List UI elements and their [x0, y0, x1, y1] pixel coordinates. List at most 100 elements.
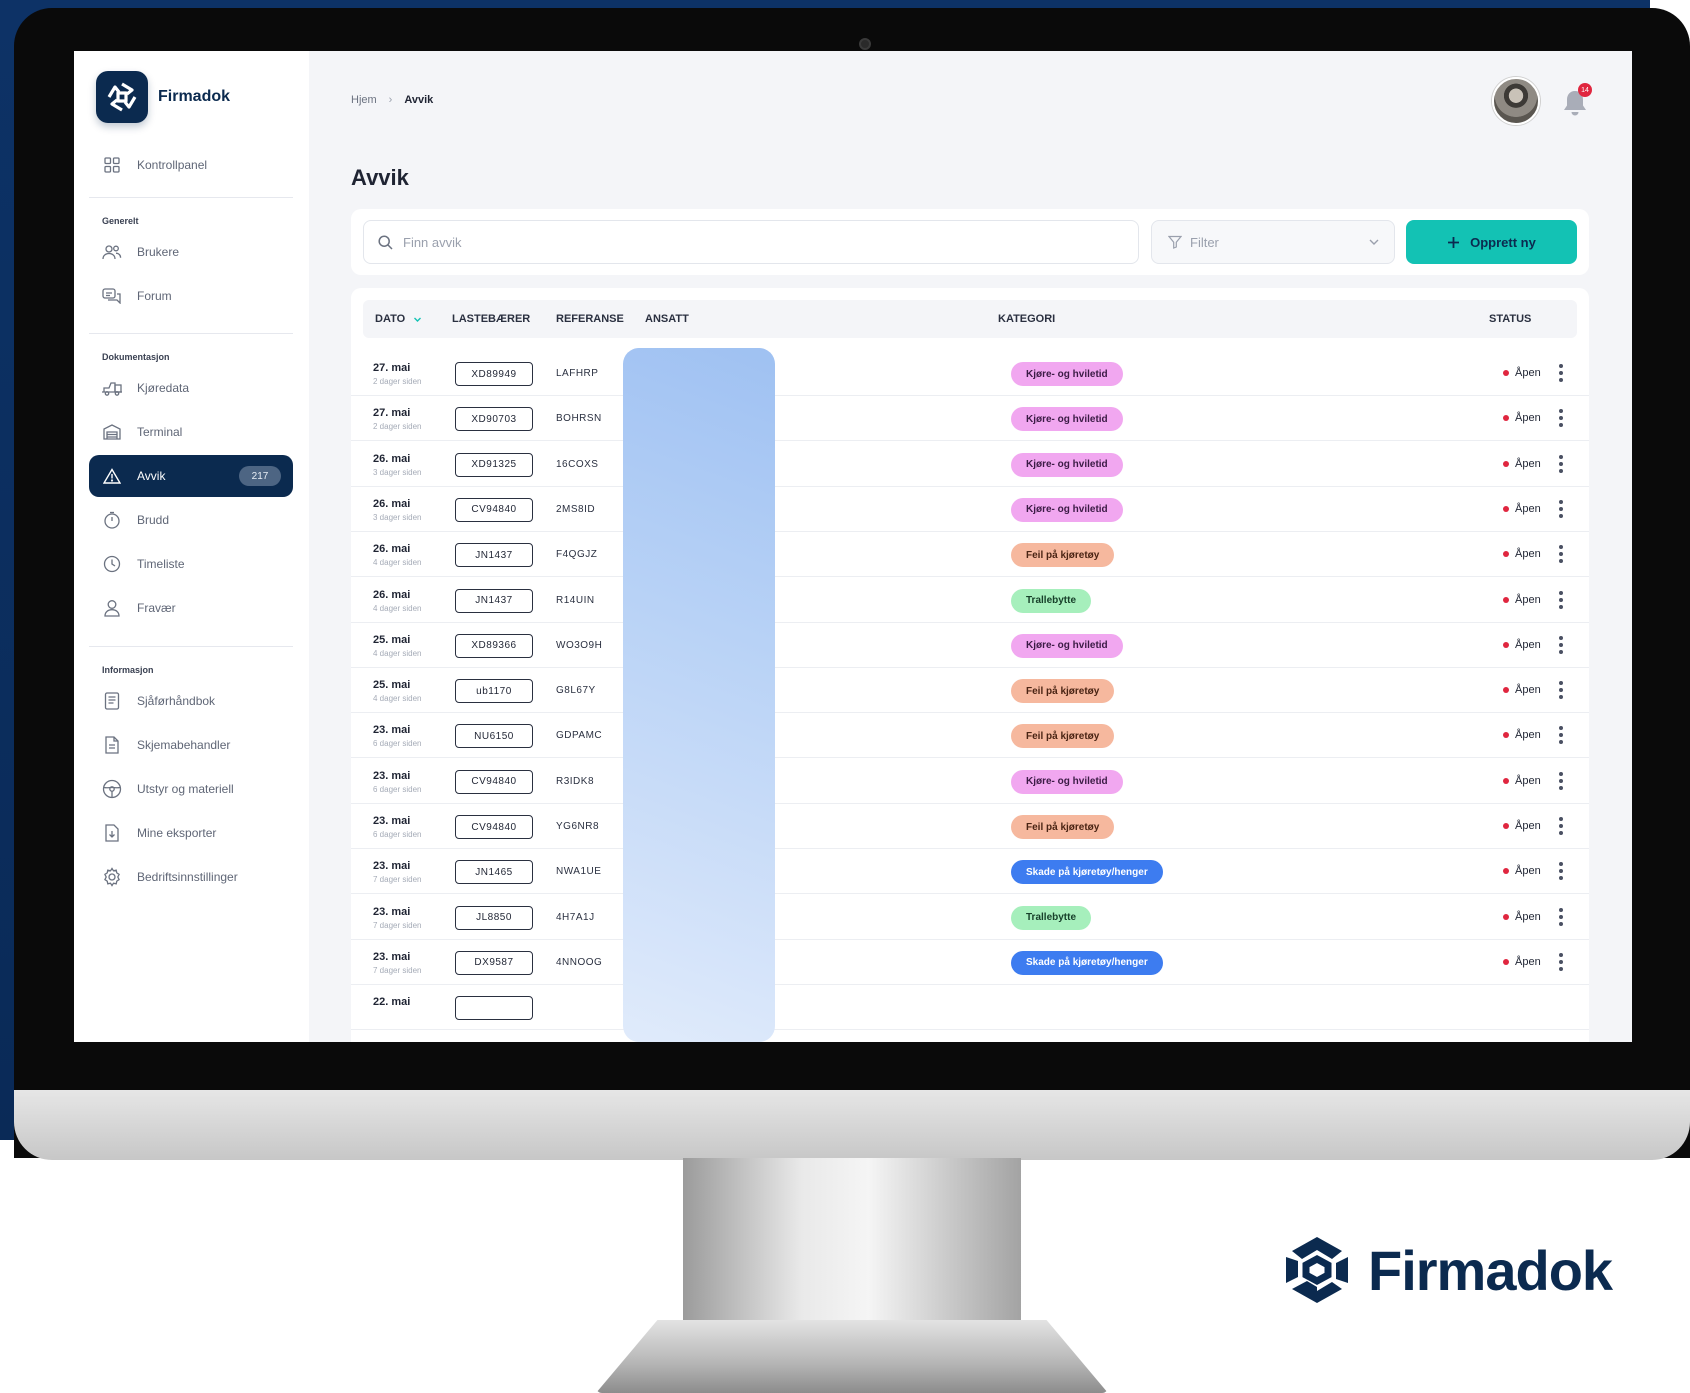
license-plate [455, 996, 533, 1021]
table-row[interactable]: 26. mai 4 dager siden JN1437 R14UIN Tralleby… [351, 575, 1589, 623]
row-age: 3 dager siden [373, 512, 422, 522]
search-box [363, 220, 1139, 264]
table-row[interactable]: 22. mai [351, 982, 1589, 1031]
more-options-icon[interactable] [1558, 771, 1564, 790]
filter-dropdown[interactable]: Filter [1151, 220, 1395, 264]
more-options-icon[interactable] [1558, 454, 1564, 473]
sidebar-item-brukere[interactable]: Brukere [89, 231, 293, 273]
monitor-chin [14, 1090, 1690, 1160]
search-input[interactable] [403, 234, 1083, 250]
kebab-dot [1559, 681, 1563, 686]
book-icon [101, 690, 123, 712]
more-options-icon[interactable] [1558, 409, 1564, 428]
firmadok-logo-icon [1286, 1237, 1348, 1303]
status-label: Åpen [1515, 684, 1541, 697]
table-row[interactable]: 25. mai 4 dager siden XD89366 WO3O9H Kjøre- … [351, 620, 1589, 668]
table-row[interactable]: 27. mai 2 dager siden XD89949 LAFHRP Kjøre- … [351, 348, 1589, 396]
more-options-icon[interactable] [1558, 907, 1564, 926]
sidebar-item-sjaforhandbok[interactable]: Sjåførhåndbok [89, 680, 293, 722]
row-date: 26. mai [373, 452, 411, 465]
more-options-icon[interactable] [1558, 545, 1564, 564]
sidebar-item-utstyr[interactable]: Utstyr og materiell [89, 768, 293, 810]
table-row[interactable]: 23. mai 7 dager siden JN1465 NWA1UE Skade på… [351, 846, 1589, 895]
date-cell: 26. mai 3 dager siden [373, 453, 421, 477]
firmadok-logo[interactable] [96, 71, 148, 123]
kebab-dot [1559, 831, 1563, 835]
table-row[interactable]: 26. mai 4 dager siden JN1437 F4QGJZ Feil på … [351, 529, 1589, 578]
license-plate: NU6150 [455, 724, 533, 749]
license-plate: JN1465 [455, 860, 533, 885]
more-options-icon[interactable] [1558, 952, 1564, 971]
category-tag: Kjøre- og hviletid [1011, 452, 1123, 477]
table-row[interactable]: 26. mai 3 dager siden CV94840 2MS8ID Kjøre- … [351, 484, 1589, 532]
create-new-button[interactable]: Opprett ny [1406, 220, 1577, 264]
status-badge: Åpen [1503, 820, 1541, 832]
column-header-referanse[interactable]: REFERANSE [556, 313, 624, 325]
more-options-icon[interactable] [1558, 499, 1564, 518]
table-row[interactable]: 23. mai 7 dager siden DX9587 4NNOOG Skade på… [351, 937, 1589, 985]
kebab-dot [1559, 545, 1563, 550]
breadcrumb-home[interactable]: Hjem [351, 94, 377, 106]
sidebar-item-skjemabehandler[interactable]: Skjemabehandler [89, 724, 293, 766]
column-header-dato[interactable]: DATO [375, 313, 422, 325]
reference-code: NWA1UE [556, 866, 602, 878]
more-options-icon[interactable] [1558, 862, 1564, 881]
more-options-icon[interactable] [1558, 590, 1564, 609]
status-label: Åpen [1515, 638, 1541, 651]
table-row[interactable]: 25. mai 4 dager siden ub1170 G8L67Y Feil på … [351, 665, 1589, 714]
row-date: 23. mai [373, 769, 411, 782]
kebab-dot [1559, 506, 1563, 511]
license-plate: XD91325 [455, 452, 533, 477]
sidebar-item-timeliste[interactable]: Timeliste [89, 543, 293, 585]
camera-icon [859, 38, 871, 50]
license-plate: JN1437 [455, 543, 533, 568]
table-row[interactable]: 23. mai 6 dager siden CV94840 R3IDK8 Kjøre- … [351, 756, 1589, 804]
status-dot-icon [1503, 596, 1509, 603]
more-options-icon[interactable] [1558, 817, 1564, 835]
table-row[interactable]: 26. mai 3 dager siden XD91325 16COXS Kjøre- … [351, 439, 1589, 487]
sidebar-item-mine-eksporter[interactable]: Mine eksporter [89, 812, 293, 854]
column-header-kategori[interactable]: KATEGORI [998, 313, 1055, 325]
row-age: 4 dager siden [373, 558, 422, 568]
status-label: Åpen [1515, 412, 1541, 425]
sidebar-item-forum[interactable]: Forum [89, 275, 293, 317]
sidebar-item-kontrollpanel[interactable]: Kontrollpanel [89, 144, 293, 186]
table-row[interactable]: 27. mai 2 dager siden XD90703 BOHRSN Kjøre- … [351, 393, 1589, 442]
page-title: Avvik [351, 165, 409, 190]
column-header-lastebaerer[interactable]: LASTEBÆRER [452, 313, 530, 325]
table-row[interactable]: 23. mai 7 dager siden JL8850 4H7A1J Tralleby… [351, 892, 1589, 940]
sidebar-item-label: Skjemabehandler [137, 738, 231, 752]
sidebar-item-brudd[interactable]: Brudd [89, 499, 293, 541]
more-options-icon[interactable] [1558, 726, 1564, 745]
status-badge: Åpen [1503, 639, 1541, 651]
more-options-icon[interactable] [1558, 681, 1564, 700]
avatar[interactable] [1492, 77, 1540, 125]
sidebar-item-kjoredata[interactable]: Kjøredata [89, 367, 293, 409]
date-cell: 26. mai 4 dager siden [373, 589, 421, 613]
column-header-status[interactable]: STATUS [1489, 313, 1531, 325]
more-options-icon[interactable] [1558, 364, 1564, 382]
sidebar: Firmadok Kontrollpanel Generelt Brukere … [74, 51, 309, 1042]
sidebar-item-terminal[interactable]: Terminal [89, 411, 293, 453]
more-options-icon[interactable] [1558, 635, 1564, 654]
reference-code: GDPAMC [556, 730, 603, 742]
section-title-informasjon: Informasjon [102, 665, 154, 675]
status-badge: Åpen [1503, 458, 1541, 470]
status-dot-icon [1503, 913, 1509, 920]
kebab-dot [1559, 552, 1563, 557]
sidebar-item-fravaer[interactable]: Fravær [89, 587, 293, 629]
status-label: Åpen [1515, 774, 1541, 787]
section-title-generelt: Generelt [102, 216, 139, 226]
row-age: 2 dager siden [373, 422, 422, 432]
sidebar-item-avvik[interactable]: Avvik 217 [89, 455, 293, 497]
table-row[interactable]: 23. mai 6 dager siden CV94840 YG6NR8 Feil på… [351, 801, 1589, 849]
table-row[interactable]: 23. mai 6 dager siden NU6150 GDPAMC Feil på … [351, 710, 1589, 759]
column-header-ansatt[interactable]: ANSATT [645, 313, 689, 325]
status-badge: Åpen [1503, 956, 1541, 968]
filter-icon [1168, 235, 1182, 249]
sidebar-item-label: Brukere [137, 245, 180, 259]
sidebar-item-bedriftsinnstillinger[interactable]: Bedriftsinnstillinger [89, 856, 293, 898]
date-cell: 23. mai 7 dager siden [373, 906, 421, 930]
kebab-dot [1559, 409, 1563, 414]
reference-code: 2MS8ID [556, 503, 596, 515]
